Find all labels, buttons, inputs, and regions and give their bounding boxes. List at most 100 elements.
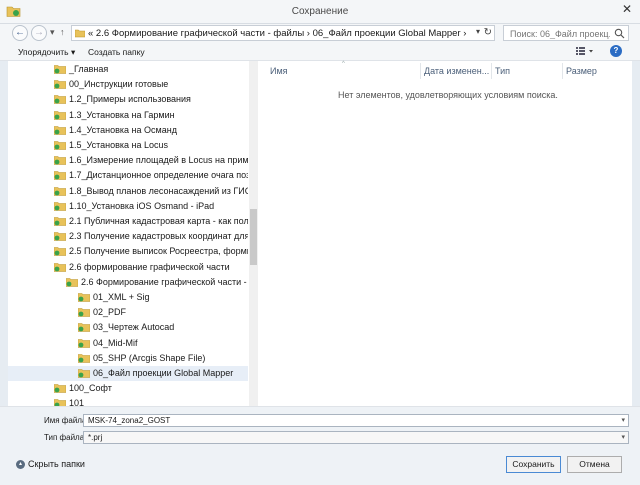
synced-folder-icon: [54, 232, 66, 241]
folder-icon: [54, 95, 66, 105]
chevron-down-icon[interactable]: ▾: [476, 27, 480, 36]
folder-icon: [78, 338, 90, 348]
tree-item-label: 03_Чертеж Autocad: [93, 322, 175, 333]
tree-item-label: 101: [69, 398, 85, 406]
tree-item-label: 2.1 Публичная кадастровая карта - как по…: [69, 216, 248, 226]
tree-item[interactable]: 01_XML + Sig: [8, 290, 248, 305]
chevron-down-icon[interactable]: ▾: [621, 416, 625, 424]
tree-item[interactable]: 03_Чертеж Autocad: [8, 320, 248, 335]
tree-item[interactable]: 1.7_Дистанционное определение очага поз: [8, 168, 248, 183]
folder-icon: [54, 156, 66, 165]
tree-item[interactable]: 02_PDF: [8, 305, 248, 320]
tree-item[interactable]: 101: [8, 396, 248, 406]
tree-item-label: 1.7_Дистанционное определение очага поз: [69, 170, 248, 181]
tree-item-label: 04_Mid-Mif: [93, 337, 138, 348]
file-list[interactable]: Имя ^ Дата изменен... Тип Размер Нет эле…: [258, 61, 632, 406]
empty-message: Нет элементов, удовлетворяющих условиям …: [338, 90, 558, 100]
tree-item[interactable]: 1.8_Вывод планов лесонасаждений из ГИС: [8, 184, 248, 199]
help-icon[interactable]: ?: [610, 45, 622, 57]
folder-icon: [78, 323, 90, 333]
toolbar: Упорядочить ▾ Создать папку ?: [0, 42, 640, 61]
folder-icon: [54, 247, 66, 257]
column-divider[interactable]: [491, 63, 492, 79]
hide-folders-label: Скрыть папки: [28, 459, 85, 469]
folder-icon: [54, 262, 66, 272]
column-divider[interactable]: [562, 63, 563, 79]
close-icon[interactable]: ✕: [620, 3, 634, 17]
synced-folder-icon: [66, 278, 78, 287]
tree-item-label: 100_Софт: [69, 383, 112, 394]
column-header-type[interactable]: Тип: [495, 66, 510, 76]
column-header-name[interactable]: Имя: [270, 66, 288, 76]
synced-folder-icon: [54, 80, 66, 89]
scrollbar-thumb[interactable]: [250, 209, 257, 265]
tree-item-label: _Главная: [69, 64, 109, 74]
new-folder-button[interactable]: Создать папку: [88, 47, 145, 57]
folder-icon: [54, 202, 66, 211]
filename-field[interactable]: MSK-74_zona2_GOST ▾: [83, 414, 629, 427]
filename-value[interactable]: MSK-74_zona2_GOST: [88, 416, 170, 425]
breadcrumb[interactable]: « 2.6 Формирование графической части - ф…: [88, 28, 466, 39]
cancel-button[interactable]: Отмена: [567, 456, 622, 473]
tree-item[interactable]: 05_SHP (Arcgis Shape File): [8, 351, 248, 366]
tree-item-label: 1.4_Установка на Османд: [69, 124, 177, 135]
tree-item[interactable]: 2.5 Получение выписок Росреестра, форми: [8, 244, 248, 259]
refresh-icon[interactable]: ↻: [484, 27, 492, 38]
tree-item-label: 02_PDF: [93, 307, 127, 318]
tree-item-label: 1.10_Установка iOS Osmand - iPad: [69, 200, 215, 211]
chevron-down-icon[interactable]: ▾: [621, 433, 625, 441]
tree-item-label: 2.5 Получение выписок Росреестра, форми: [69, 246, 248, 257]
address-bar[interactable]: « 2.6 Формирование графической части - ф…: [71, 25, 495, 41]
title-bar: Сохранение ✕: [0, 0, 640, 24]
navigation-pane[interactable]: _Главная 00_Инструкции готовые 1.2_Примеры…: [8, 61, 257, 406]
up-arrow-icon[interactable]: ↑: [60, 27, 65, 37]
column-divider[interactable]: [420, 63, 421, 79]
folder-icon: [54, 171, 66, 181]
folder-icon: [54, 399, 66, 406]
tree-item[interactable]: 100_Софт: [8, 381, 248, 396]
tree-item-label: 1.5_Установка на Locus: [69, 140, 169, 150]
tree-item[interactable]: 2.6 Формирование графической части - ф: [8, 275, 248, 290]
bottom-panel: Имя файла: MSK-74_zona2_GOST ▾ Тип файла…: [0, 406, 640, 485]
search-input[interactable]: [510, 28, 610, 39]
tree-item[interactable]: _Главная: [8, 62, 248, 77]
tree-item[interactable]: 1.5_Установка на Locus: [8, 138, 248, 153]
filetype-value[interactable]: *.prj: [88, 433, 102, 442]
tree-item[interactable]: 1.10_Установка iOS Osmand - iPad: [8, 199, 248, 214]
tree-item[interactable]: 06_Файл проекции Global Mapper: [8, 366, 248, 381]
tree-item[interactable]: 2.3 Получение кадастровых координат для: [8, 229, 248, 244]
collapse-icon: ▴: [16, 460, 25, 469]
back-arrow-icon[interactable]: ←: [12, 25, 28, 41]
tree-item[interactable]: 2.1 Публичная кадастровая карта - как по…: [8, 214, 248, 229]
tree-item[interactable]: 1.3_Установка на Гармин: [8, 108, 248, 123]
address-row: ← → ▾ ↑ « 2.6 Формирование графической ч…: [0, 24, 640, 42]
window-title: Сохранение: [291, 6, 349, 17]
forward-arrow-icon[interactable]: →: [31, 25, 47, 41]
folder-icon: [54, 65, 66, 74]
folder-icon: [54, 110, 66, 120]
tree-item-label: 1.6_Измерение площадей в Locus на приме: [69, 155, 248, 166]
column-header-date[interactable]: Дата изменен...: [424, 66, 489, 76]
folder-icon: [78, 354, 90, 363]
tree-item-label: 01_XML + Sig: [93, 292, 150, 302]
folder-icon: [54, 384, 66, 393]
view-options-icon[interactable]: [576, 46, 594, 56]
filetype-select[interactable]: *.prj ▾: [83, 431, 629, 444]
tree-item[interactable]: 00_Инструкции готовые: [8, 77, 248, 92]
organize-button[interactable]: Упорядочить ▾: [18, 47, 75, 58]
save-button[interactable]: Сохранить: [506, 456, 561, 473]
folder-icon: [78, 293, 90, 302]
search-box[interactable]: [503, 25, 629, 41]
tree-item[interactable]: 1.6_Измерение площадей в Locus на приме: [8, 153, 248, 168]
history-dropdown-icon[interactable]: ▾: [50, 27, 55, 38]
search-icon[interactable]: [614, 28, 625, 39]
column-header-size[interactable]: Размер: [566, 66, 597, 76]
tree-item[interactable]: 1.2_Примеры использования: [8, 92, 248, 107]
tree-item-label: 2.6 Формирование графической части - ф: [81, 276, 248, 287]
synced-folder-icon: [54, 217, 66, 226]
folder-icon: [75, 29, 85, 38]
tree-item[interactable]: 04_Mid-Mif: [8, 336, 248, 351]
tree-item[interactable]: 1.4_Установка на Османд: [8, 123, 248, 138]
tree-item[interactable]: 2.6 формирование графической части: [8, 260, 248, 275]
tree-item-label: 2.6 формирование графической части: [69, 261, 230, 272]
